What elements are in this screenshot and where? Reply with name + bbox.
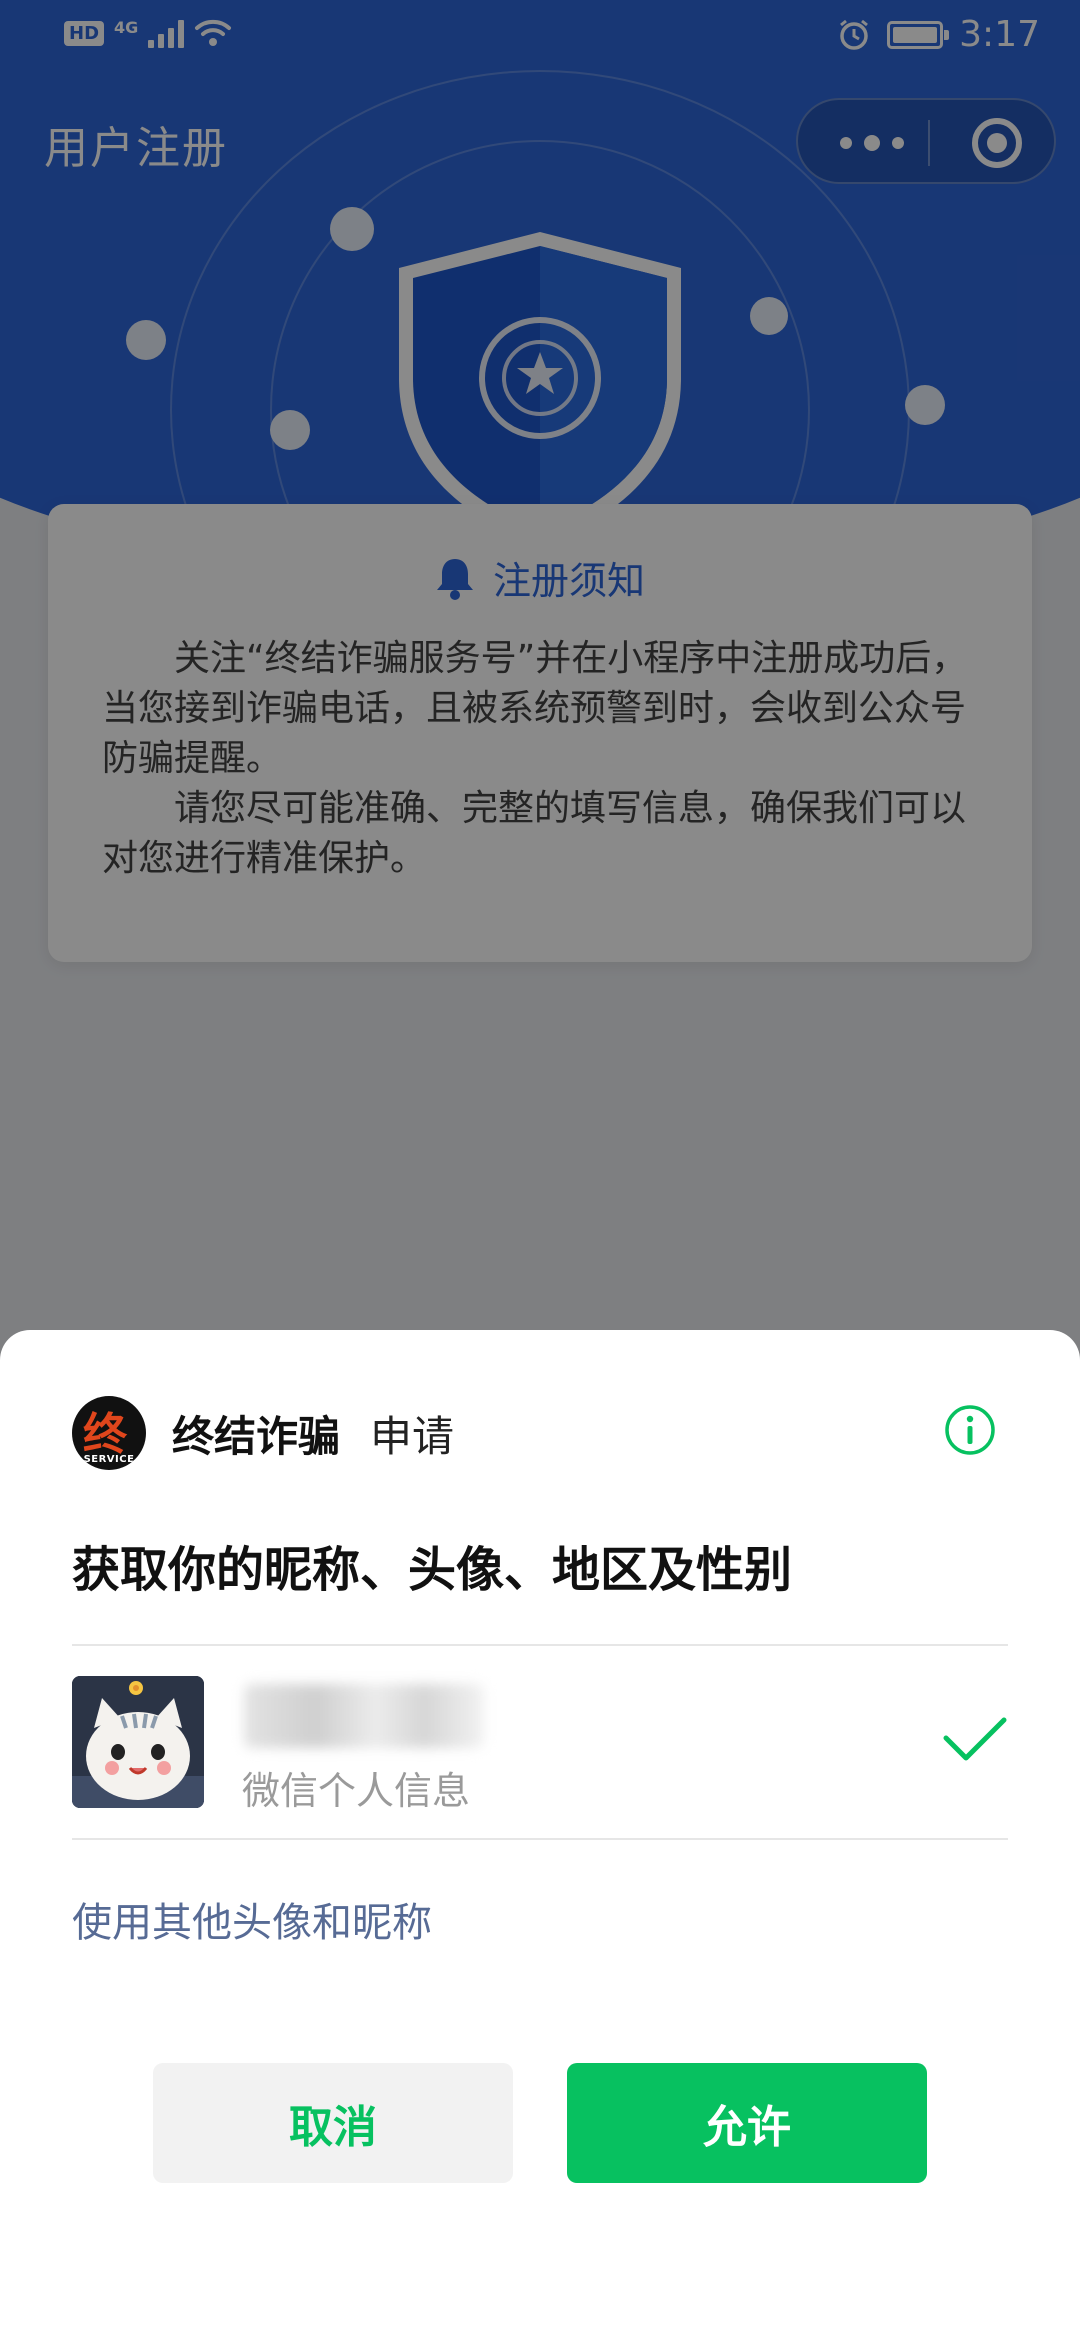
allow-button[interactable]: 允许 xyxy=(567,2063,927,2183)
app-logo-sub: SERVICE xyxy=(83,1454,135,1465)
info-icon[interactable] xyxy=(944,1404,996,1456)
check-icon xyxy=(943,1717,1007,1761)
permission-title: 获取你的昵称、头像、地区及性别 xyxy=(72,1542,793,1598)
divider xyxy=(72,1644,1008,1646)
request-label: 申请 xyxy=(370,1411,455,1461)
use-other-avatar-link[interactable]: 使用其他头像和昵称 xyxy=(72,1890,432,1948)
authorization-sheet: 终 SERVICE 终结诈骗 申请 获取你的昵称、头像、地区及性别 微信个人信息… xyxy=(0,1330,1080,2340)
nickname-redacted xyxy=(244,1684,484,1748)
app-logo-glyph: 终 xyxy=(83,1409,127,1460)
app-logo: 终 SERVICE xyxy=(72,1396,146,1470)
account-label: 微信个人信息 xyxy=(242,1769,471,1813)
cancel-button[interactable]: 取消 xyxy=(153,2063,513,2183)
app-name: 终结诈骗 xyxy=(172,1411,341,1461)
divider xyxy=(72,1838,1008,1840)
avatar xyxy=(72,1676,204,1808)
cat-avatar-icon xyxy=(72,1676,204,1808)
account-option[interactable]: 微信个人信息 xyxy=(72,1676,1008,1813)
